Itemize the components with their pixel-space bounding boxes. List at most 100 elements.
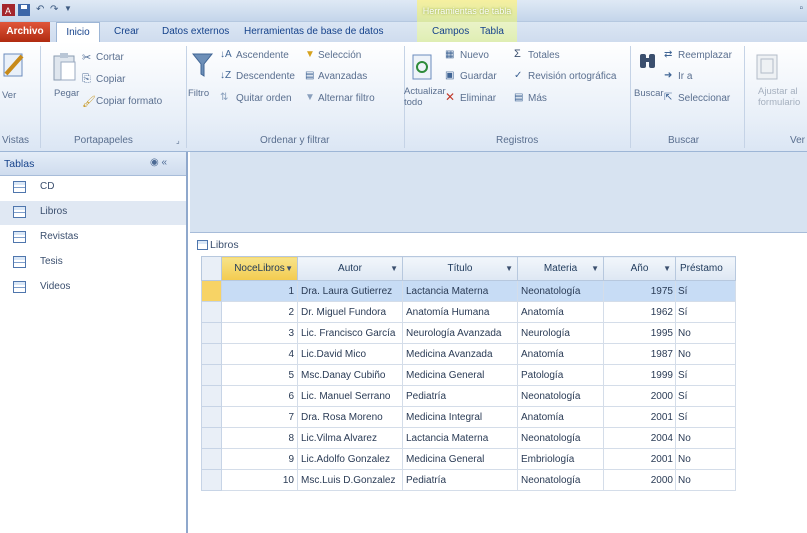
nav-collapse-icon[interactable]: ◉ « [150,157,167,168]
more-button[interactable]: Más [528,93,547,104]
row-selector[interactable] [201,364,222,386]
table-cell[interactable]: Medicina General [402,448,518,470]
chevron-down-icon[interactable]: ▼ [505,264,513,273]
table-cell[interactable]: Patología [517,364,604,386]
table-cell[interactable]: Dra. Rosa Moreno [297,406,403,428]
table-cell[interactable]: 3 [221,322,298,344]
document-tab-libros[interactable]: Libros [190,232,807,256]
table-cell[interactable]: 1962 [603,301,676,323]
totals-button[interactable]: Totales [528,50,560,61]
filter-button[interactable]: Filtro [188,88,209,99]
table-cell[interactable]: 2 [221,301,298,323]
nav-item-videos[interactable]: Videos [0,276,186,300]
table-cell[interactable]: 10 [221,469,298,491]
table-cell[interactable]: Neonatología [517,385,604,407]
table-cell[interactable]: Msc.Danay Cubiño [297,364,403,386]
table-cell[interactable]: Embriología [517,448,604,470]
table-cell[interactable]: 9 [221,448,298,470]
undo-icon[interactable]: ↶ [36,4,49,16]
table-cell[interactable]: 1987 [603,343,676,365]
table-cell[interactable]: Dra. Laura Gutierrez [297,280,403,302]
tab-inicio[interactable]: Inicio [56,22,100,42]
tab-campos[interactable]: Campos [428,22,473,42]
table-cell[interactable]: 1995 [603,322,676,344]
customize-toolbar-icon[interactable]: ▼ [64,4,77,16]
table-cell[interactable]: Anatomía [517,301,604,323]
table-cell[interactable]: Lic.Adolfo Gonzalez [297,448,403,470]
column-header-titulo[interactable]: Título ▼ [402,256,518,281]
row-selector[interactable] [201,322,222,344]
clear-sort-button[interactable]: Quitar orden [236,93,292,104]
selection-button[interactable]: Selección [318,50,361,61]
sort-ascending-button[interactable]: Ascendente [236,50,289,61]
row-selector[interactable] [201,448,222,470]
table-cell[interactable]: Neurología [517,322,604,344]
table-cell[interactable]: 2004 [603,427,676,449]
table-cell[interactable]: 1999 [603,364,676,386]
refresh-all-button[interactable]: Actualizar todo [404,86,446,108]
table-cell[interactable]: Sí [675,301,736,323]
nav-title[interactable]: Tablas [4,158,34,170]
row-selector[interactable] [201,301,222,323]
table-cell[interactable]: Neurología Avanzada [402,322,518,344]
tab-herramientas-bd[interactable]: Herramientas de base de datos [240,22,388,42]
table-cell[interactable]: Sí [675,280,736,302]
table-cell[interactable]: Pediatría [402,469,518,491]
tab-datos-externos[interactable]: Datos externos [158,22,233,42]
filter-icon[interactable] [192,52,214,78]
table-cell[interactable]: Lactancia Materna [402,427,518,449]
save-icon[interactable] [18,4,31,16]
table-row[interactable]: 5 Msc.Danay Cubiño Medicina General Patolog… [201,364,736,386]
row-selector[interactable] [201,427,222,449]
row-selector[interactable] [201,280,222,302]
row-selector[interactable] [201,343,222,365]
row-selector[interactable] [201,469,222,491]
column-header-anio[interactable]: Año ▼ [603,256,676,281]
refresh-all-icon[interactable] [412,54,432,80]
table-row[interactable]: 3 Lic. Francisco García Neurología Avanzad… [201,322,736,344]
table-cell[interactable]: No [675,343,736,365]
cut-button[interactable]: Cortar [96,52,124,63]
find-button[interactable]: Buscar [634,88,664,99]
table-row[interactable]: 8 Lic.Vilma Alvarez Lactancia Materna Neona… [201,427,736,449]
table-cell[interactable]: Medicina General [402,364,518,386]
chevron-down-icon[interactable]: ▼ [591,264,599,273]
row-selector[interactable] [201,406,222,428]
find-icon[interactable] [638,52,658,78]
table-cell[interactable]: Lic.Vilma Alvarez [297,427,403,449]
table-cell[interactable]: 8 [221,427,298,449]
go-to-button[interactable]: Ir a [678,71,692,82]
column-header-autor[interactable]: Autor ▼ [297,256,403,281]
table-row[interactable]: 10 Msc.Luis D.Gonzalez Pediatría Neonatolog… [201,469,736,491]
tab-crear[interactable]: Crear [110,22,143,42]
table-row[interactable]: 7 Dra. Rosa Moreno Medicina Integral Anatom… [201,406,736,428]
table-cell[interactable]: Neonatología [517,469,604,491]
table-cell[interactable]: No [675,322,736,344]
copy-button[interactable]: Copiar [96,74,125,85]
table-cell[interactable]: 5 [221,364,298,386]
tab-archivo[interactable]: Archivo [0,22,50,42]
column-header-prestamo[interactable]: Préstamo [675,256,736,281]
view-icon[interactable] [2,48,28,80]
table-cell[interactable]: 2000 [603,385,676,407]
toggle-filter-button[interactable]: Alternar filtro [318,93,375,104]
table-row[interactable]: 1 Dra. Laura Gutierrez Lactancia Materna Ne… [201,280,736,302]
new-record-button[interactable]: Nuevo [460,50,489,61]
nav-item-cd[interactable]: CD [0,176,186,200]
table-cell[interactable]: Sí [675,364,736,386]
chevron-down-icon[interactable]: ▼ [663,264,671,273]
view-button[interactable]: Ver [2,90,16,101]
table-cell[interactable]: Dr. Miguel Fundora [297,301,403,323]
replace-button[interactable]: Reemplazar [678,50,732,61]
spelling-button[interactable]: Revisión ortográfica [528,71,616,82]
table-cell[interactable]: Msc.Luis D.Gonzalez [297,469,403,491]
table-row[interactable]: 9 Lic.Adolfo Gonzalez Medicina General Embr… [201,448,736,470]
redo-icon[interactable]: ↷ [50,4,63,16]
sort-descending-button[interactable]: Descendente [236,71,295,82]
fit-form-button[interactable]: Ajustar al formulario [758,86,807,108]
tab-tabla[interactable]: Tabla [476,22,508,42]
column-header-id[interactable]: NoceLibros ▼ [221,256,298,281]
table-cell[interactable]: 2000 [603,469,676,491]
table-cell[interactable]: Anatomía [517,343,604,365]
table-cell[interactable]: Anatomía [517,406,604,428]
